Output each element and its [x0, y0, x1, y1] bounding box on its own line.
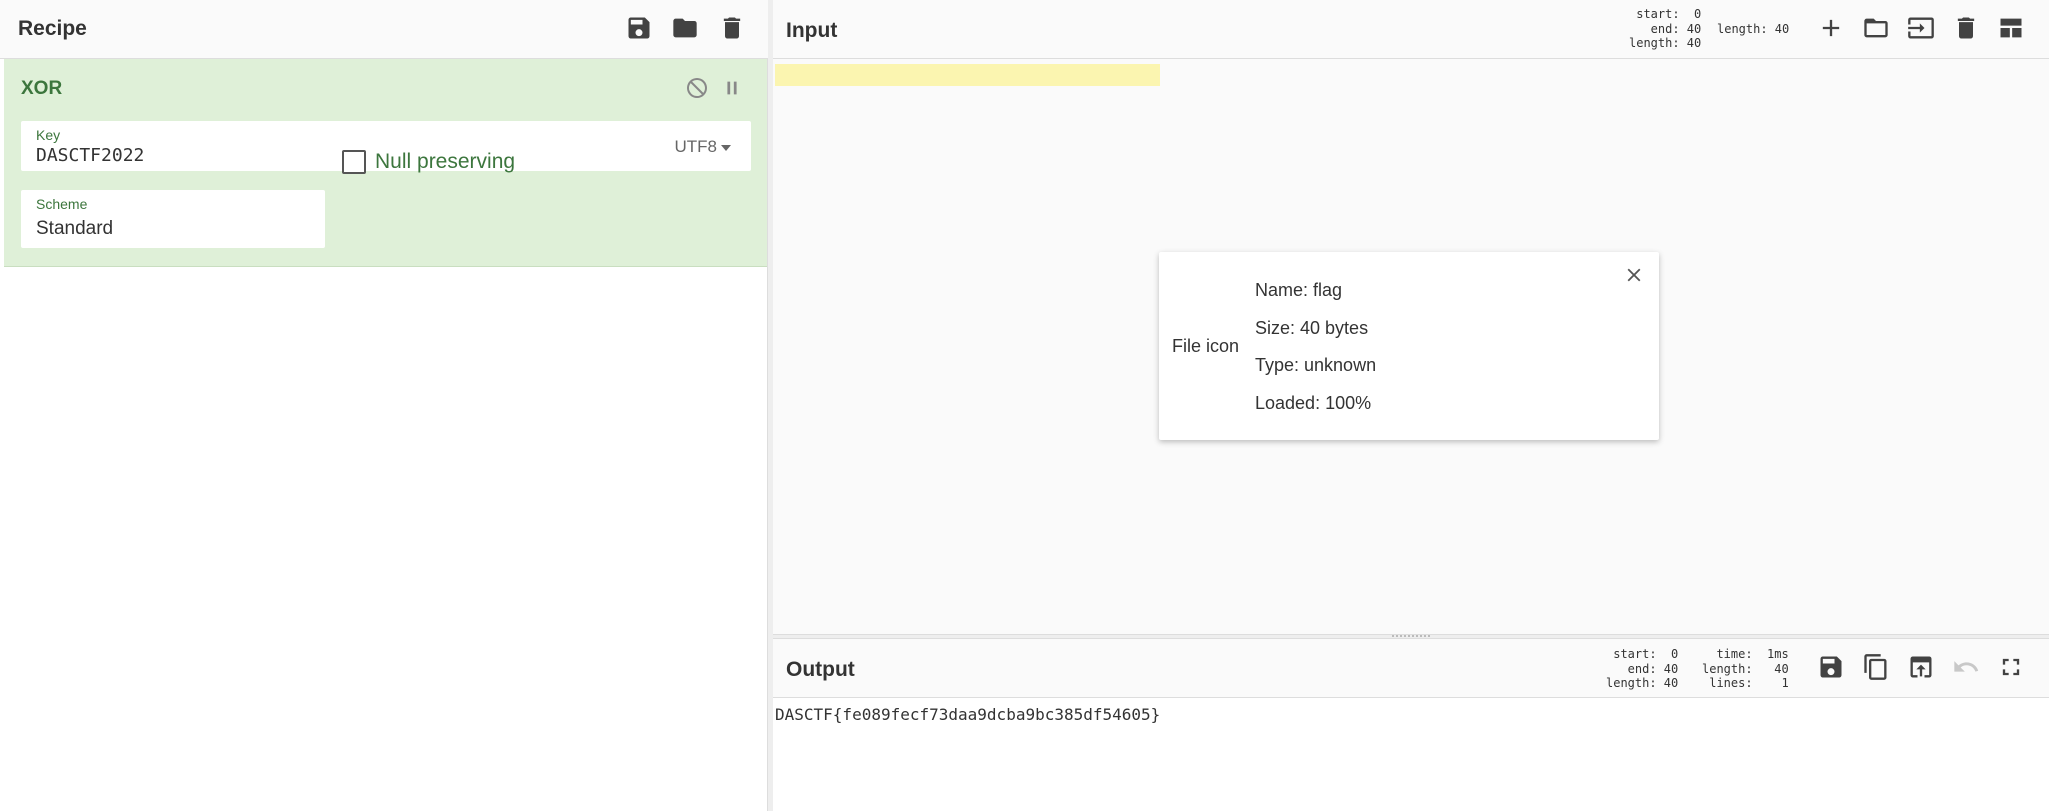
key-input[interactable]: DASCTF2022 — [36, 145, 144, 166]
input-selection-stats: start: 0 end: 40 length: 40 — [1629, 7, 1701, 51]
save-icon — [1820, 656, 1842, 678]
trash-icon — [723, 17, 741, 39]
input-title: Input — [786, 19, 838, 42]
output-stat-lines: lines: 1 — [1702, 676, 1789, 690]
output-stat-time: time: 1ms — [1702, 647, 1789, 661]
trash-icon — [1957, 17, 1975, 39]
replace-input-button[interactable] — [1904, 650, 1938, 684]
null-preserving-checkbox[interactable] — [342, 150, 366, 174]
open-folder-button[interactable] — [1859, 11, 1893, 45]
file-loaded: Loaded: 100% — [1255, 393, 1372, 413]
input-stat-start: start: 0 — [1636, 7, 1702, 21]
output-pane: Output start: 0 end: 40 length: 40 time: … — [773, 639, 2049, 811]
file-type: Type: unknown — [1255, 355, 1377, 375]
save-recipe-button[interactable] — [622, 11, 656, 45]
clear-recipe-button[interactable] — [715, 11, 749, 45]
scheme-label: Scheme — [36, 196, 88, 212]
scheme-select[interactable]: Standard — [36, 218, 113, 240]
copy-icon — [1864, 654, 1887, 680]
operation-name: XOR — [21, 78, 63, 99]
input-pane: Input start: 0 end: 40 length: 40 length:… — [773, 0, 2049, 634]
folder-icon — [673, 18, 697, 38]
add-input-tab-button[interactable] — [1814, 11, 1848, 45]
save-icon — [628, 17, 650, 39]
output-selection-stats: start: 0 end: 40 length: 40 — [1606, 647, 1678, 691]
fullscreen-icon — [2002, 658, 2020, 676]
file-details-card: File icon Name: flag Size: 40 bytes Type… — [1159, 252, 1659, 440]
input-icon — [1908, 17, 1934, 39]
file-size: Size: 40 bytes — [1255, 318, 1369, 338]
input-text-highlight[interactable] — [775, 64, 1160, 86]
null-preserving-label[interactable]: Null preserving — [375, 150, 515, 174]
input-length-stat: length: 40 — [1717, 22, 1790, 36]
save-output-button[interactable] — [1814, 650, 1848, 684]
output-title: Output — [786, 658, 855, 681]
reset-layout-button[interactable] — [1994, 11, 2028, 45]
output-header: Output start: 0 end: 40 length: 40 time: … — [773, 639, 2049, 698]
recipe-title: Recipe — [18, 17, 87, 40]
output-stat-end: end: 40 — [1613, 661, 1679, 676]
output-text[interactable]: DASCTF{fe089fecf73daa9dcba9bc385df54605} — [775, 705, 1160, 724]
file-name: Name: flag — [1255, 280, 1343, 300]
input-stat-length: length: 40 — [1629, 36, 1702, 50]
clear-input-button[interactable] — [1949, 11, 1983, 45]
close-icon — [1627, 268, 1641, 282]
undo-button[interactable] — [1949, 650, 1983, 684]
key-encoding-value: UTF8 — [674, 137, 718, 156]
load-recipe-button[interactable] — [668, 11, 702, 45]
key-label: Key — [36, 127, 61, 143]
copy-output-button[interactable] — [1859, 650, 1893, 684]
pause-icon — [727, 81, 737, 95]
chevron-down-icon — [721, 144, 731, 151]
scheme-field[interactable]: Scheme Standard — [21, 190, 325, 248]
recipe-pane: Recipe XOR Key DASCTF2022 UTF8 Scheme St… — [0, 0, 768, 811]
layout-icon — [2000, 18, 2022, 38]
undo-icon — [1954, 661, 1979, 672]
file-icon: File icon — [1172, 336, 1240, 356]
operation-xor[interactable]: XOR Key DASCTF2022 UTF8 Scheme Standard … — [4, 59, 767, 267]
output-stat-length: length: 40 — [1606, 676, 1679, 690]
close-file-button[interactable] — [1623, 264, 1645, 286]
plus-icon — [1822, 19, 1840, 37]
input-stat-end: end: 40 — [1636, 21, 1702, 36]
open-file-button[interactable] — [1904, 11, 1938, 45]
disable-icon — [687, 78, 707, 98]
recipe-header: Recipe — [0, 0, 768, 59]
output-info-stats: time: 1ms length: 40 lines: 1 — [1702, 647, 1789, 691]
breakpoint-button[interactable] — [715, 71, 749, 105]
disable-operation-button[interactable] — [680, 71, 714, 105]
maximise-output-button[interactable] — [1994, 650, 2028, 684]
folder-outline-icon — [1864, 18, 1888, 38]
divider-grip[interactable] — [1392, 635, 1430, 638]
open-in-input-icon — [1910, 656, 1932, 678]
input-header: Input start: 0 end: 40 length: 40 length:… — [773, 0, 2049, 59]
output-stat-start: start: 0 — [1613, 647, 1679, 661]
output-stat-length2: length: 40 — [1702, 661, 1789, 676]
key-encoding-dropdown[interactable]: UTF8 — [674, 137, 731, 157]
